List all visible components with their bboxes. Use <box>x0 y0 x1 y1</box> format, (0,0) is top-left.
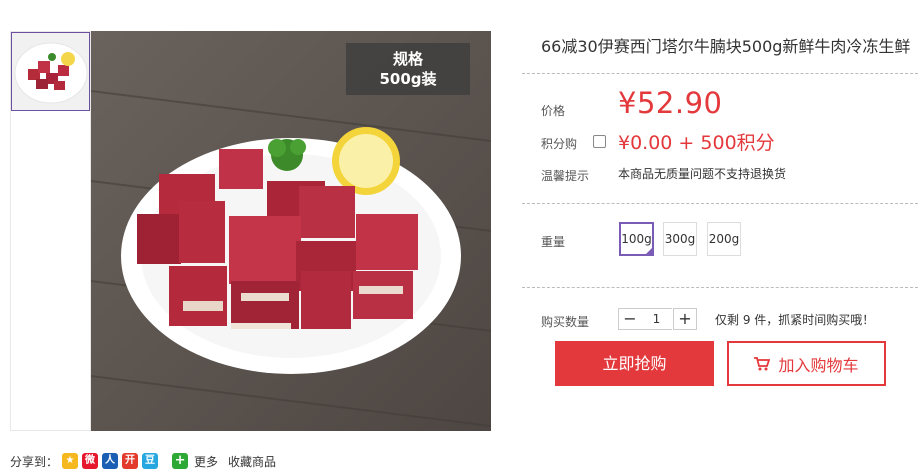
quantity-label: 购买数量 <box>541 315 590 329</box>
divider <box>522 287 918 288</box>
weight-option-300g[interactable]: 300g <box>663 222 697 256</box>
kaixin-icon[interactable]: 开 <box>122 453 139 469</box>
add-to-cart-label: 加入购物车 <box>778 355 859 375</box>
quantity-input[interactable]: 1 <box>641 308 672 330</box>
divider <box>522 203 918 204</box>
plus-icon[interactable]: + <box>172 453 189 469</box>
weight-option-200g[interactable]: 200g <box>707 222 741 256</box>
weight-label: 重量 <box>541 235 566 249</box>
points-value: ¥0.00 + 500积分 <box>618 132 775 154</box>
tip-label: 温馨提示 <box>541 169 590 183</box>
main-product-image: 规格 500g装 <box>91 31 491 431</box>
price-value: ¥52.90 <box>618 86 723 120</box>
price-label: 价格 <box>541 104 566 118</box>
weibo-icon[interactable]: 微 <box>82 453 99 469</box>
quantity-decrease-button[interactable]: − <box>618 308 642 330</box>
buy-now-button[interactable]: 立即抢购 <box>555 341 714 386</box>
spec-tag-line1: 规格 <box>392 50 423 68</box>
stock-notice: 仅剩 9 件，抓紧时间购买哦！ <box>715 313 875 327</box>
quantity-increase-button[interactable]: + <box>673 308 697 330</box>
spec-tag-line2: 500g装 <box>379 70 437 88</box>
points-checkbox[interactable] <box>593 135 606 148</box>
product-title: 66减30伊赛西门塔尔牛腩块500g新鲜牛肉冷冻生鲜 <box>541 37 911 56</box>
favorite-link[interactable]: 收藏商品 <box>228 453 276 470</box>
tip-text: 本商品无质量问题不支持退换货 <box>618 167 787 181</box>
thumbnail-list <box>10 31 91 431</box>
thumbnail-1[interactable] <box>11 32 90 111</box>
divider <box>522 73 918 74</box>
share-bar: 分享到： ★ 微 人 开 豆 + 更多 收藏商品 <box>10 451 276 471</box>
spec-overlay-tag: 规格 500g装 <box>346 43 470 95</box>
qzone-icon[interactable]: ★ <box>62 453 79 469</box>
douban-icon[interactable]: 豆 <box>142 453 159 469</box>
points-label: 积分购 <box>541 137 578 151</box>
weight-option-100g[interactable]: 100g <box>619 222 654 256</box>
add-to-cart-button[interactable]: 加入购物车 <box>727 341 886 386</box>
share-more-link[interactable]: 更多 <box>194 453 218 470</box>
share-label: 分享到： <box>10 454 59 469</box>
renren-icon[interactable]: 人 <box>102 453 119 469</box>
cart-icon <box>754 356 771 370</box>
